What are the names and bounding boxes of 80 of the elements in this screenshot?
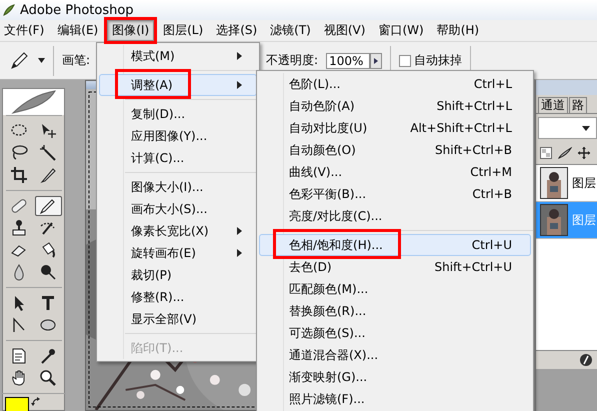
menu-item[interactable]: 模式(M) — [99, 45, 257, 67]
tool-button[interactable] — [34, 196, 62, 216]
knife-icon — [39, 166, 57, 184]
menu-item[interactable]: 复制(D)... — [99, 103, 257, 125]
menu-item[interactable]: 通道混合器(X)... — [259, 344, 531, 366]
menu-item[interactable]: 旋转画布(E) — [99, 242, 257, 264]
submenu-arrow-icon — [237, 52, 242, 60]
layer-name: 图层 — [572, 174, 596, 192]
menu-item[interactable]: 自动色阶(A) Shift+Ctrl+L — [259, 95, 531, 117]
menu-item[interactable]: 视图(V) — [320, 20, 370, 41]
caret-icon — [582, 126, 590, 130]
menu-item[interactable]: 自动对比度(U) Alt+Shift+Ctrl+L — [259, 117, 531, 139]
lasso-icon — [10, 144, 28, 162]
submenu-arrow-icon — [237, 81, 242, 89]
menu-item[interactable]: 去色(D) Shift+Ctrl+U — [259, 256, 531, 278]
swap-arrow-icon[interactable] — [31, 397, 41, 407]
layer-name: 图层 — [572, 212, 596, 228]
effects-icon[interactable] — [579, 353, 593, 367]
panel-tab[interactable]: 路 — [569, 97, 587, 113]
menu-item[interactable]: 文件(F) — [0, 20, 48, 41]
menu-item[interactable]: 调整(A) — [99, 74, 257, 96]
stepper-button[interactable] — [370, 52, 382, 68]
menu-item[interactable]: 编辑(E) — [53, 20, 102, 41]
menu-item[interactable]: 图层(L) — [159, 20, 208, 41]
checker-icon[interactable] — [540, 147, 552, 159]
opacity-label: 不透明度: — [266, 52, 318, 69]
menu-item[interactable]: 显示全部(V) — [99, 308, 257, 330]
app-icon — [2, 3, 16, 17]
dodge-icon — [39, 263, 57, 281]
menu-item[interactable]: 亮度/对比度(C)... — [259, 205, 531, 227]
menu-item[interactable]: 图像大小(I)... — [99, 176, 257, 198]
color-swatch[interactable] — [5, 397, 29, 411]
menu-item[interactable]: 图像(I) — [107, 20, 154, 41]
checkbox[interactable] — [399, 54, 412, 66]
menu-item[interactable]: 选择(S) — [212, 20, 262, 41]
submenu-arrow-icon — [237, 249, 242, 257]
type-icon — [39, 294, 57, 312]
panel-tab[interactable]: 通道 — [538, 97, 568, 113]
checkbox-label: 自动抹掉 — [414, 52, 462, 69]
triangle-icon — [374, 58, 378, 64]
move-icon — [39, 122, 57, 140]
magic-wand-icon — [39, 144, 57, 162]
crop-icon — [10, 166, 28, 184]
menu-item[interactable]: 像素长宽比(X) — [99, 220, 257, 242]
highlight-frame — [104, 17, 158, 44]
menu-item[interactable]: 应用图像(Y)... — [99, 125, 257, 147]
panel-header — [536, 80, 597, 95]
menu-item[interactable]: 修整(R)... — [99, 286, 257, 308]
menu-item[interactable]: 匹配颜色(M)... — [259, 278, 531, 300]
menu-item[interactable]: 替换颜色(R)... — [259, 300, 531, 322]
note-icon — [10, 347, 28, 365]
brush-icon[interactable] — [558, 147, 572, 159]
brush-label: 画笔: — [62, 52, 90, 69]
opacity-field[interactable]: 100% — [326, 52, 370, 68]
menu-item[interactable]: 曲线(V)... Ctrl+M — [259, 161, 531, 183]
layer-row[interactable]: 图层 — [536, 165, 597, 202]
menu-item[interactable]: 色彩平衡(B)... Ctrl+B — [259, 183, 531, 205]
move-icon[interactable] — [578, 147, 590, 159]
panel-background — [536, 369, 597, 411]
menu-item[interactable]: 色相/饱和度(H)... Ctrl+U — [259, 234, 531, 256]
eyedropper-icon — [39, 347, 57, 365]
window-title: Adobe Photoshop — [20, 2, 134, 18]
caret-icon[interactable] — [38, 58, 45, 63]
menu-item[interactable]: 窗口(W) — [374, 20, 428, 41]
menu-item[interactable]: 帮助(H) — [432, 20, 484, 41]
blend-dropdown[interactable] — [538, 117, 597, 139]
menu-item[interactable]: 计算(C)... — [99, 147, 257, 169]
menu-item[interactable]: 色阶(L)... Ctrl+L — [259, 73, 531, 95]
submenu-arrow-icon — [237, 227, 242, 235]
menu-item[interactable]: 可选颜色(S)... — [259, 322, 531, 344]
menu-item[interactable]: 滤镜(T) — [266, 20, 315, 41]
menu-item[interactable]: 自动颜色(O) Shift+Ctrl+B — [259, 139, 531, 161]
zoom-icon — [39, 369, 57, 387]
stamp-icon — [10, 219, 28, 237]
menu-item[interactable]: 裁切(P) — [99, 264, 257, 286]
pencil-icon[interactable] — [8, 50, 30, 72]
menu-item[interactable]: 照片滤镜(F)... — [259, 388, 531, 410]
menu-item[interactable]: 渐变映射(G)... — [259, 366, 531, 388]
pencil-icon — [39, 197, 57, 215]
menu-item[interactable]: 画布大小(S)... — [99, 198, 257, 220]
